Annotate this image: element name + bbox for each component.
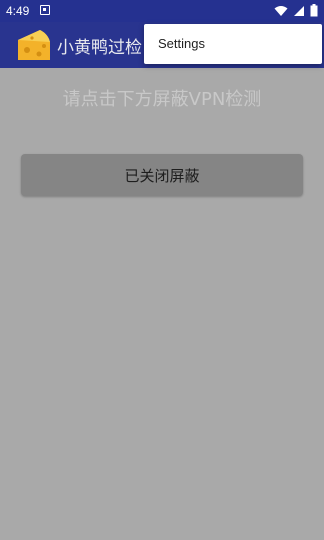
- cheese-duck-logo: [12, 26, 52, 64]
- vpn-block-toggle-button[interactable]: 已关闭屏蔽: [21, 154, 303, 196]
- app-title: 小黄鸭过检: [57, 38, 142, 58]
- status-time: 4:49: [6, 4, 30, 18]
- battery-icon: [310, 4, 318, 17]
- notification-icon: [40, 5, 50, 15]
- hint-text: 请点击下方屏蔽VPN检测: [62, 89, 262, 110]
- overflow-menu: Settings: [144, 24, 322, 64]
- menu-item-settings[interactable]: Settings: [158, 36, 205, 51]
- signal-icon: [293, 5, 305, 17]
- status-icons: [274, 4, 318, 17]
- wifi-icon: [274, 5, 288, 17]
- main-content: 请点击下方屏蔽VPN检测 已关闭屏蔽: [0, 68, 324, 540]
- status-bar: 4:49: [0, 0, 324, 22]
